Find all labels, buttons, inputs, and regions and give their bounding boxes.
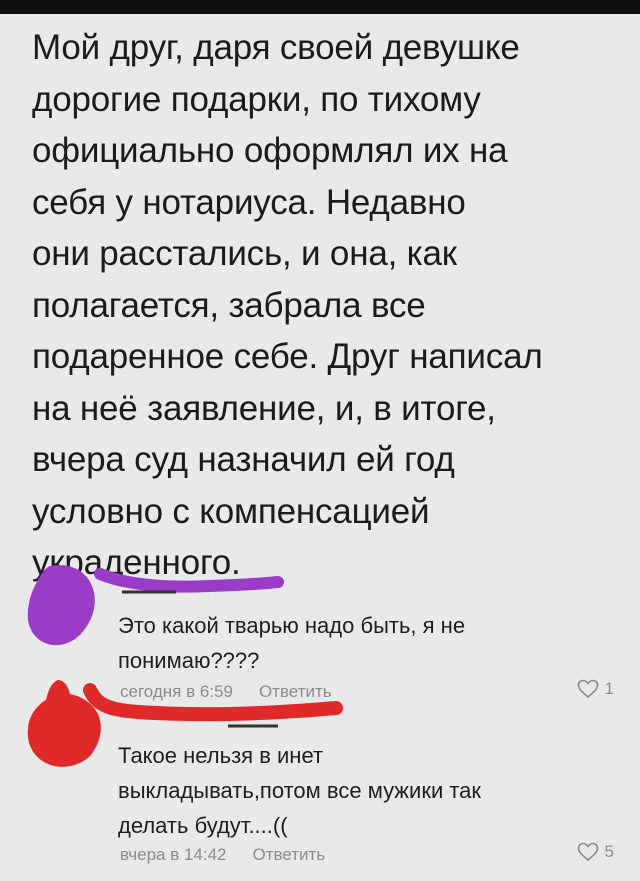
heart-outline-icon xyxy=(577,679,598,699)
post-line: Мой друг, даря своей девушке xyxy=(32,28,520,67)
post-line: полагается, забрала все xyxy=(32,285,426,325)
post-line: официально оформлял их на xyxy=(32,131,508,170)
reply-button[interactable]: Ответить xyxy=(253,845,326,865)
post-line: на неё заявление, и, в итоге, xyxy=(32,388,496,428)
post-line: вчера суд назначил ей год xyxy=(32,440,455,479)
like-button[interactable]: 1 xyxy=(577,679,614,699)
name-scribble xyxy=(83,683,343,728)
like-button[interactable]: 5 xyxy=(577,842,614,862)
comment-text: Это какой тварью надо быть, я не понимаю… xyxy=(118,613,466,673)
like-count: 1 xyxy=(604,679,614,698)
comment-time: вчера в 14:42 xyxy=(120,845,227,864)
comment-meta: вчера в 14:42 Ответить xyxy=(120,845,325,865)
post-line: себя у нотариуса. Недавно xyxy=(32,182,466,222)
post-line: дорогие подарки, по тихому xyxy=(32,79,481,119)
heart-outline-icon xyxy=(577,842,598,862)
like-count: 5 xyxy=(604,842,614,861)
avatar-scribble xyxy=(27,564,95,646)
name-scribble xyxy=(94,568,284,594)
top-bar xyxy=(0,0,640,14)
post-line: подаренное себе. Друг написал xyxy=(32,337,543,376)
comment-text: Такое нельзя в инет выкладывать,потом вс… xyxy=(118,743,482,838)
post-line: условно с компенсацией xyxy=(32,491,430,531)
post-text: Мой друг, даря своей девушке дорогие под… xyxy=(32,22,622,589)
post-line: они расстались, и она, как xyxy=(32,234,457,273)
